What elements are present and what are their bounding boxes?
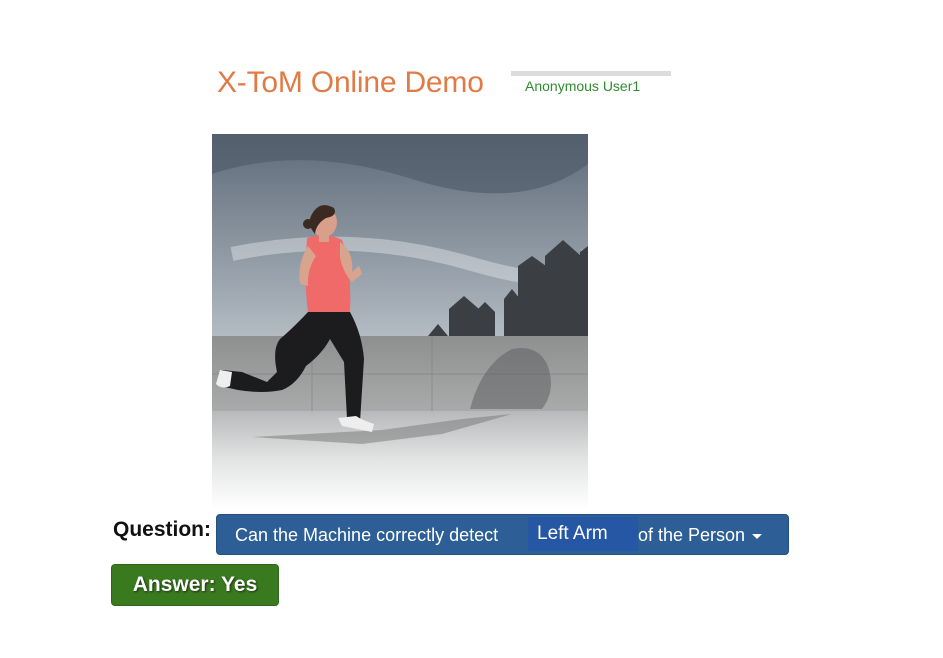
question-label: Question: [113, 518, 211, 541]
running-woman-image [212, 134, 588, 509]
question-suffix-text: of the Person [638, 525, 746, 545]
answer-button[interactable]: Answer: Yes [111, 564, 279, 606]
caret-down-icon[interactable] [752, 533, 763, 539]
user-badge: Anonymous User1 [511, 71, 671, 95]
body-part-select[interactable]: Left Arm [528, 517, 638, 551]
question-suffix: of the Person [638, 525, 763, 546]
app-title: X-ToM Online Demo [217, 66, 484, 99]
question-dropdown[interactable]: Can the Machine correctly detect Left Ar… [216, 514, 789, 555]
question-prefix: Can the Machine correctly detect [235, 525, 499, 545]
